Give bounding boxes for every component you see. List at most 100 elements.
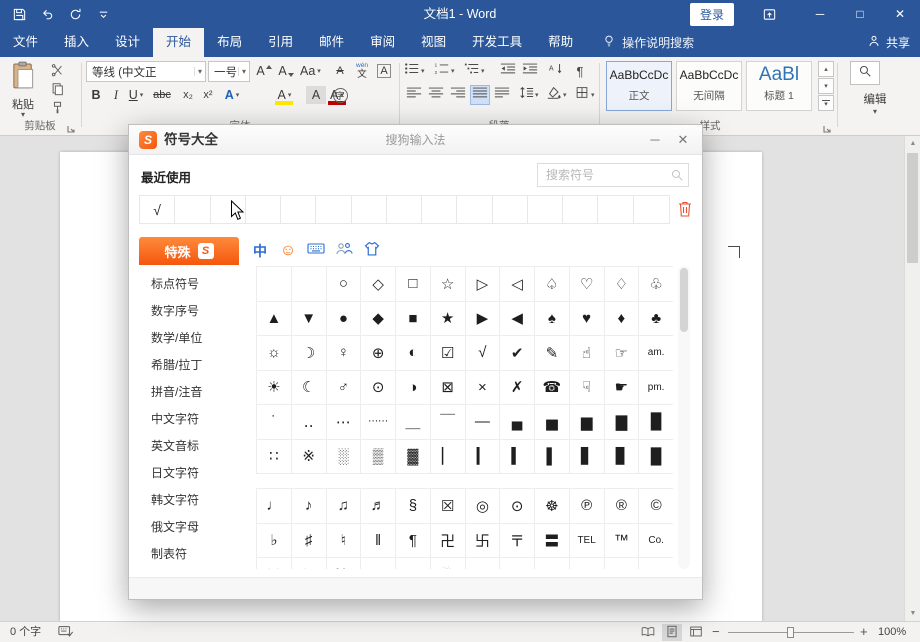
tab-special-symbols[interactable]: 特殊 S [139, 237, 239, 265]
symbol-cell[interactable]: ⊙ [500, 489, 535, 524]
minimize-button[interactable]: ─ [800, 0, 840, 28]
category-item[interactable]: 数字序号 [139, 298, 243, 325]
category-item[interactable]: 希腊/拉丁 [139, 352, 243, 379]
tab-mailings[interactable]: 邮件 [306, 28, 357, 57]
sort-button[interactable]: A [546, 61, 566, 81]
paste-button[interactable]: 粘贴 ▾ [4, 60, 42, 118]
symbol-cell[interactable]: ▋ [570, 440, 605, 475]
category-item[interactable]: 标点符号 [139, 271, 243, 298]
symbol-cell[interactable]: ☃ [431, 558, 466, 569]
style-heading1[interactable]: AaBl 标题 1 [746, 61, 812, 111]
recent-symbol-cell[interactable] [528, 196, 563, 223]
category-item[interactable]: 俄文字母 [139, 514, 243, 541]
symbol-cell[interactable]: ◑ [396, 371, 431, 406]
category-item[interactable]: 数学/单位 [139, 325, 243, 352]
tab-design[interactable]: 设计 [102, 28, 153, 57]
zoom-in-button[interactable]: + [860, 622, 868, 642]
document-scrollbar[interactable]: ▲ ▼ [904, 136, 920, 621]
symbol-cell[interactable]: ▄ [500, 405, 535, 440]
symbol-cell[interactable]: ☮ [605, 558, 640, 569]
symbol-cell[interactable]: ▎ [466, 440, 501, 475]
tab-keyboard-icon[interactable] [303, 237, 329, 265]
symbol-cell[interactable]: 〓 [535, 524, 570, 559]
recent-symbol-cell[interactable] [352, 196, 387, 223]
symbol-cell[interactable]: ▲ [257, 302, 292, 337]
tab-clothing-icon[interactable] [359, 237, 385, 265]
tab-home[interactable]: 开始 [153, 28, 204, 57]
category-item[interactable]: 中文字符 [139, 406, 243, 433]
tab-chinese-symbols[interactable]: 中 [247, 237, 273, 265]
clipboard-dialog-launcher-icon[interactable] [66, 121, 77, 132]
symbol-cell[interactable]: § [396, 489, 431, 524]
symbol-cell[interactable]: ☀ [257, 371, 292, 406]
dialog-close-button[interactable]: ✕ [670, 125, 696, 155]
symbol-cell[interactable]: ♦ [605, 302, 640, 337]
symbol-cell[interactable]: ♥ [570, 302, 605, 337]
styles-gallery-down-icon[interactable]: ▾ [818, 78, 834, 94]
symbol-cell[interactable]: ⊙ [361, 371, 396, 406]
share-button[interactable]: 共享 [867, 28, 910, 57]
symbol-cell[interactable]: ♤ [535, 267, 570, 302]
symbol-cell[interactable]: ☎ [535, 371, 570, 406]
symbol-cell[interactable]: ♭ [257, 524, 292, 559]
recent-symbol-cell[interactable] [563, 196, 598, 223]
symbol-cell[interactable]: ♯ [292, 524, 327, 559]
proofing-icon[interactable] [58, 625, 76, 640]
symbol-cell[interactable]: ☛ [605, 371, 640, 406]
symbol-cell[interactable]: ♡ [570, 267, 605, 302]
maximize-button[interactable]: □ [840, 0, 880, 28]
styles-dialog-launcher-icon[interactable] [822, 121, 833, 132]
tab-file[interactable]: 文件 [0, 28, 51, 57]
symbol-cell[interactable]: ▅ [535, 405, 570, 440]
symbol-cell[interactable]: ☼ [257, 336, 292, 371]
symbol-cell[interactable]: Co. [639, 524, 673, 559]
symbol-cell[interactable]: ♫ [327, 489, 362, 524]
symbol-cell[interactable]: ◆ [361, 302, 396, 337]
underline-button[interactable]: U▾ [126, 85, 146, 105]
web-layout-icon[interactable] [686, 624, 706, 641]
change-case-button[interactable]: Aa▾ [300, 61, 321, 81]
symbol-cell[interactable]: ♂ [327, 371, 362, 406]
styles-gallery-more-icon[interactable]: ▾ [818, 95, 834, 111]
symbol-cell[interactable] [292, 267, 327, 302]
zoom-out-button[interactable]: − [712, 622, 720, 642]
recent-symbol-cell[interactable] [246, 196, 281, 223]
symbol-cell[interactable]: ⊕ [361, 336, 396, 371]
symbol-cell[interactable]: ✗ [500, 371, 535, 406]
font-family-combo[interactable]: 等线 (中文正 ▾ [86, 61, 206, 82]
symbol-cell[interactable]: ♢ [605, 267, 640, 302]
grow-font-button[interactable]: A [254, 61, 274, 81]
symbol-cell[interactable]: № [327, 558, 362, 569]
symbol-cell[interactable]: ♪ [292, 489, 327, 524]
symbol-cell[interactable]: ♩ [257, 489, 292, 524]
symbol-cell[interactable]: ★ [431, 302, 466, 337]
symbol-cell[interactable]: ░ [327, 440, 362, 475]
recent-symbol-cell[interactable] [175, 196, 210, 223]
recent-symbol-cell[interactable] [457, 196, 492, 223]
print-layout-icon[interactable] [662, 624, 682, 641]
zoom-level[interactable]: 100% [878, 622, 906, 642]
recent-symbol-cell[interactable] [634, 196, 669, 223]
tab-view[interactable]: 视图 [408, 28, 459, 57]
symbol-cell[interactable]: © [639, 489, 673, 524]
symbol-cell[interactable]: ☯ [639, 558, 673, 569]
symbol-cell[interactable]: ◇ [361, 267, 396, 302]
symbol-cell[interactable]: ˙ [257, 405, 292, 440]
category-item[interactable]: 韩文字符 [139, 487, 243, 514]
recent-symbol-cell[interactable]: √ [140, 196, 175, 223]
symbol-cell[interactable]: ‖ [361, 524, 396, 559]
format-painter-icon[interactable] [46, 99, 68, 117]
tab-references[interactable]: 引用 [255, 28, 306, 57]
symbol-cell[interactable]: × [466, 371, 501, 406]
close-button[interactable]: ✕ [880, 0, 920, 28]
symbol-cell[interactable]: ✎ [535, 336, 570, 371]
symbol-cell[interactable]: ☆ [431, 267, 466, 302]
strikethrough-button[interactable]: abc [152, 85, 172, 105]
symbol-cell[interactable]: ¶ [396, 524, 431, 559]
align-left-button[interactable] [404, 85, 424, 105]
symbol-cell[interactable]: ￣ [431, 405, 466, 440]
distribute-button[interactable] [492, 85, 512, 105]
symbol-cell[interactable]: ▶ [466, 302, 501, 337]
symbol-cell[interactable]: ▼ [292, 302, 327, 337]
find-button[interactable] [850, 61, 880, 85]
